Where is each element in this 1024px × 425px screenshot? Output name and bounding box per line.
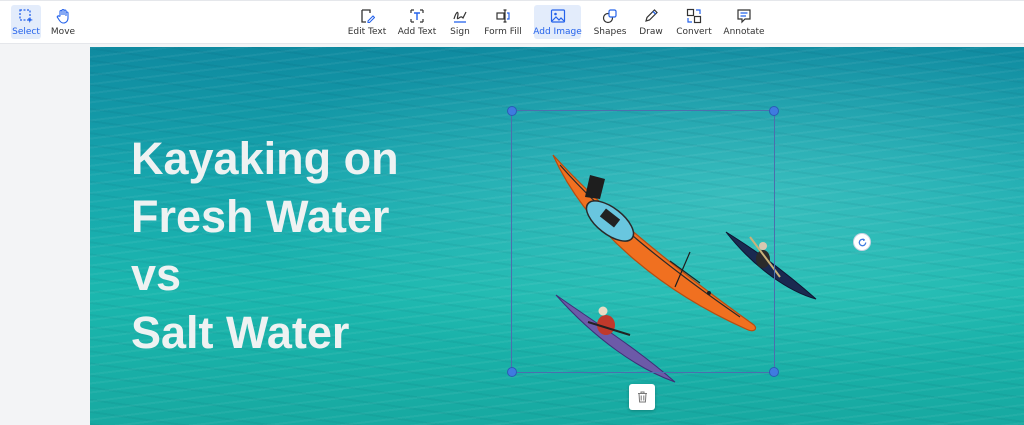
left-panel — [0, 44, 90, 425]
form-fill-icon — [496, 8, 510, 23]
add-image-button[interactable]: Add Image — [533, 5, 582, 39]
resize-handle-bottom-right[interactable] — [769, 367, 779, 377]
add-text-icon — [410, 8, 424, 23]
convert-button[interactable]: Convert — [675, 5, 713, 39]
toolbar: Select Move Edit Text Add Text Sign Form… — [0, 0, 1024, 44]
headline-line: Salt Water — [131, 307, 350, 358]
signature-icon — [453, 11, 467, 23]
resize-handle-bottom-left[interactable] — [507, 367, 517, 377]
form-fill-button[interactable]: Form Fill — [484, 5, 522, 39]
delete-image-button[interactable] — [629, 384, 655, 410]
annotate-label: Annotate — [723, 26, 765, 37]
select-icon — [19, 8, 33, 23]
hand-icon — [56, 8, 69, 24]
draw-label: Draw — [639, 26, 663, 37]
edit-text-icon — [361, 8, 375, 23]
shapes-button[interactable]: Shapes — [593, 5, 627, 39]
rotate-button[interactable] — [853, 233, 871, 251]
headline-text[interactable]: Kayaking on Fresh Water vs Salt Water — [131, 130, 399, 362]
annotate-button[interactable]: Annotate — [723, 5, 765, 39]
edit-text-label: Edit Text — [347, 26, 387, 37]
document-page[interactable]: Kayaking on Fresh Water vs Salt Water — [90, 47, 1024, 425]
convert-label: Convert — [676, 26, 712, 37]
add-text-button[interactable]: Add Text — [397, 5, 437, 39]
shapes-label: Shapes — [593, 26, 627, 37]
resize-handle-top-right[interactable] — [769, 106, 779, 116]
rotate-icon — [858, 237, 866, 246]
convert-icon — [686, 8, 702, 23]
select-tool-button[interactable]: Select — [11, 5, 41, 39]
move-tool-button[interactable]: Move — [48, 5, 78, 39]
draw-button[interactable]: Draw — [637, 5, 665, 39]
image-selection-box[interactable] — [507, 106, 779, 377]
add-text-label: Add Text — [397, 26, 437, 37]
add-image-label: Add Image — [533, 26, 582, 37]
headline-line: Fresh Water — [131, 191, 390, 242]
comment-icon — [737, 8, 751, 23]
select-tool-label: Select — [12, 26, 40, 37]
edit-text-button[interactable]: Edit Text — [345, 5, 389, 39]
headline-line: vs — [131, 249, 182, 300]
sign-label: Sign — [450, 26, 470, 37]
headline-line: Kayaking on — [131, 133, 399, 184]
trash-icon — [637, 391, 647, 403]
form-fill-label: Form Fill — [484, 26, 522, 37]
resize-handle-top-left[interactable] — [507, 106, 517, 116]
image-icon — [550, 8, 565, 23]
pen-icon — [645, 8, 658, 22]
move-tool-label: Move — [50, 26, 76, 37]
shapes-icon — [602, 8, 617, 23]
sign-button[interactable]: Sign — [446, 5, 474, 39]
